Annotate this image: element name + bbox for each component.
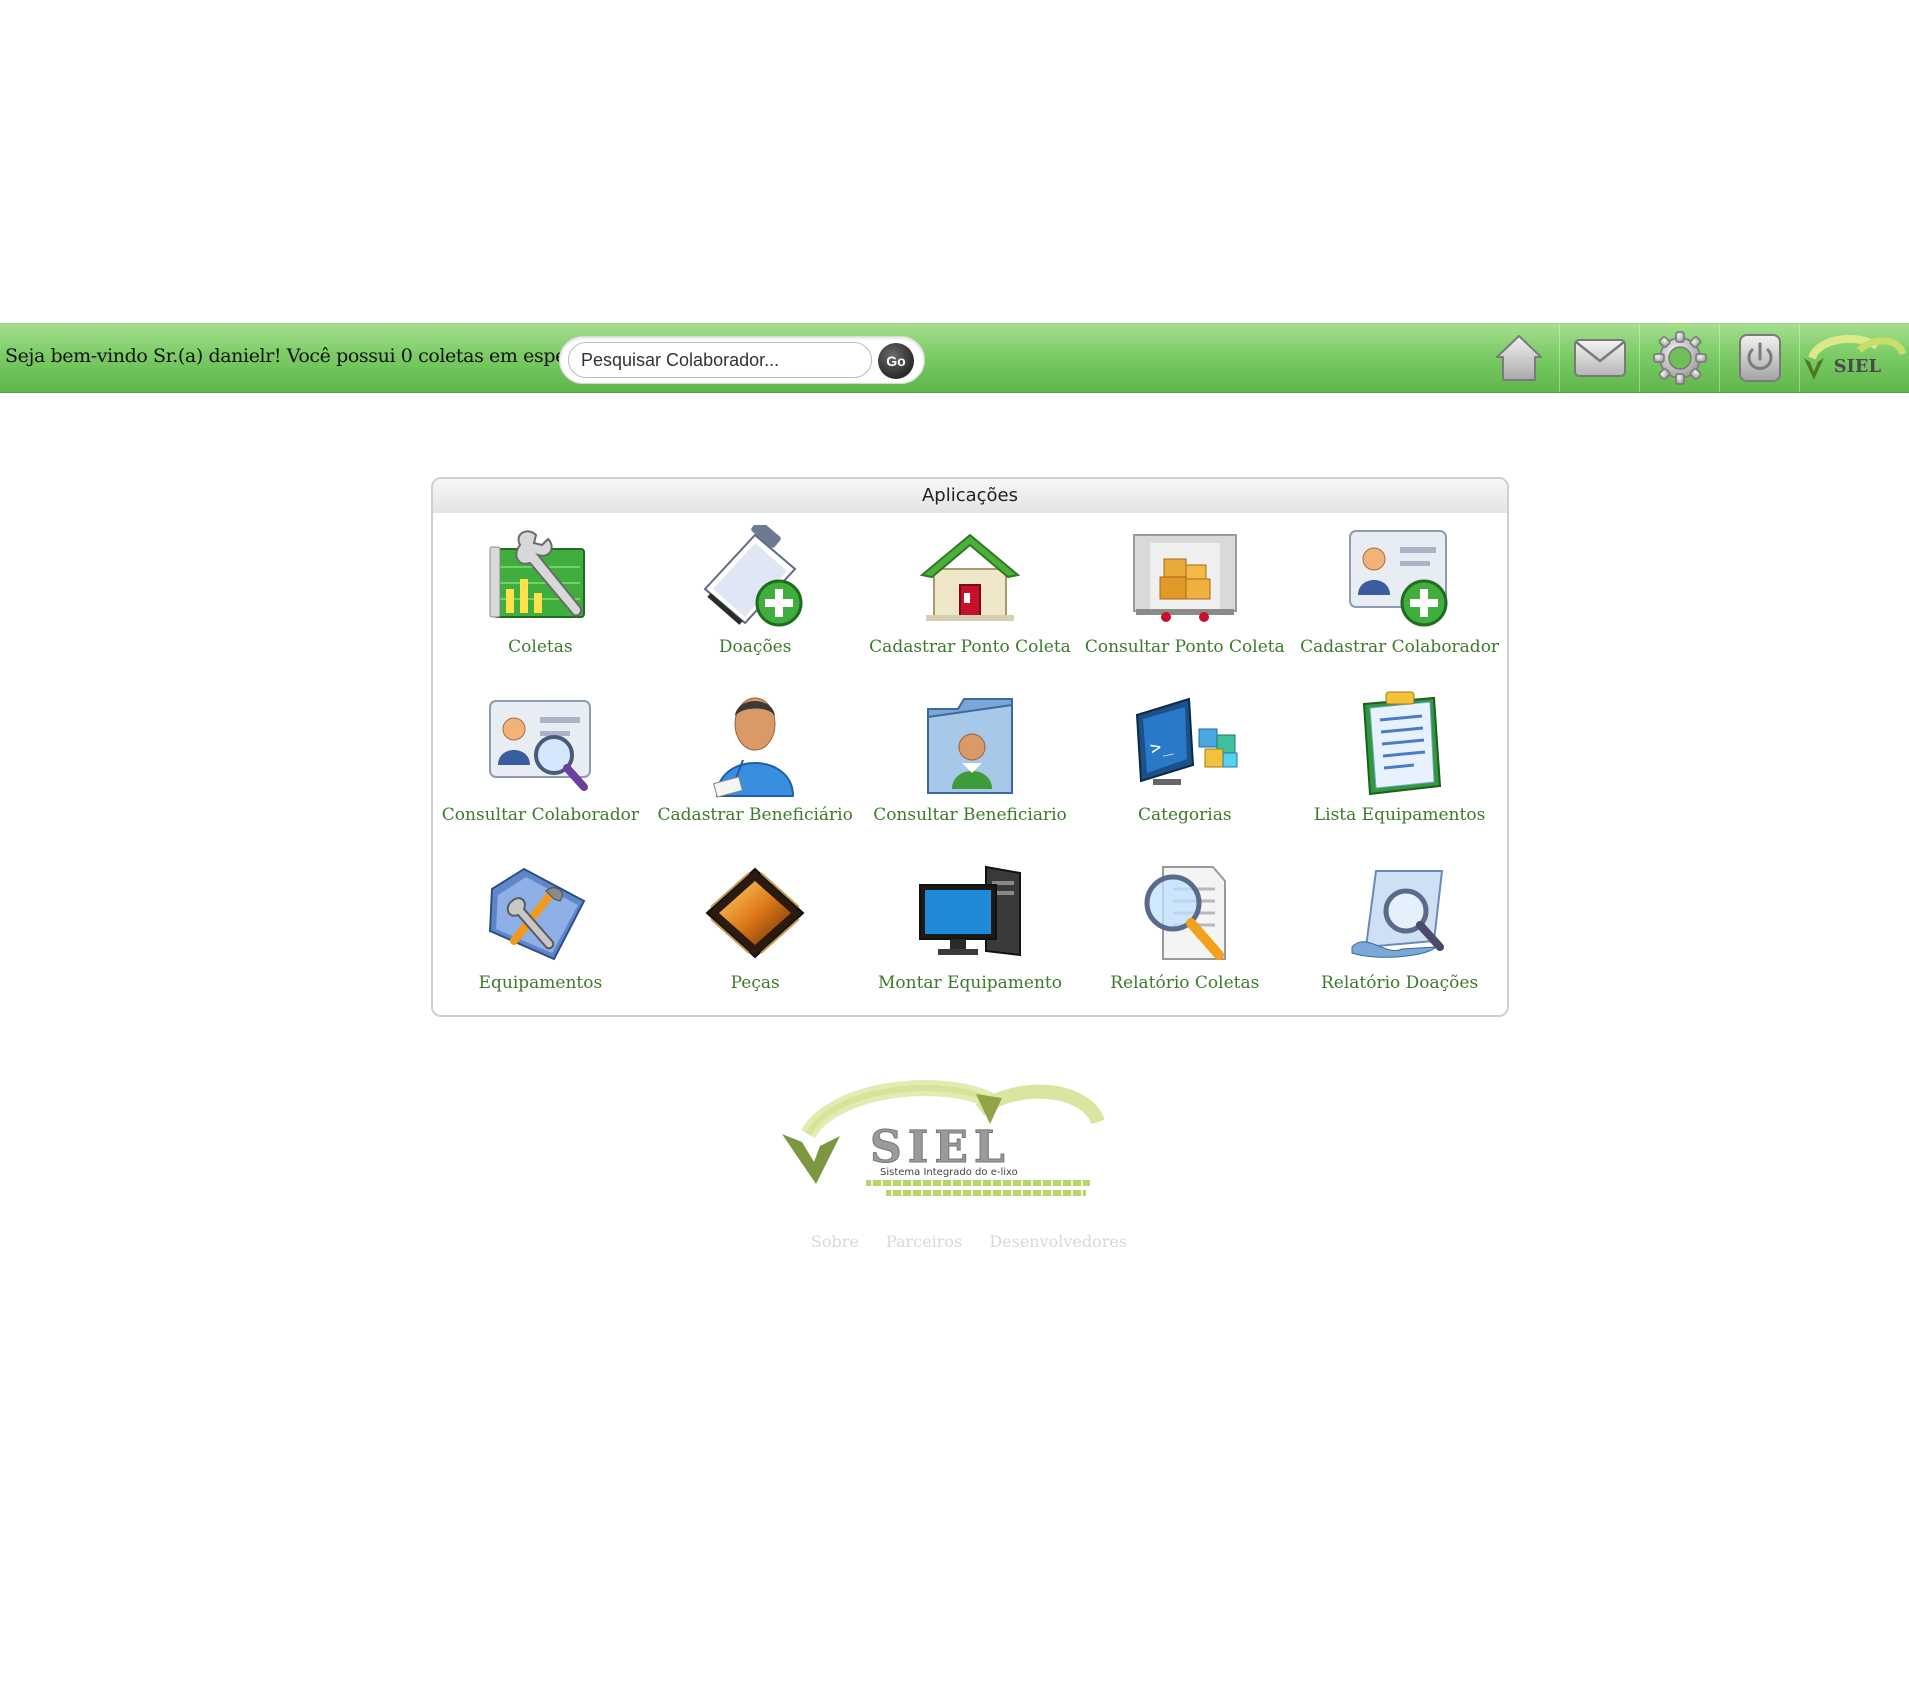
contact-card-search-icon [489, 700, 592, 791]
siel-logo-large: SIEL Sistema Integrado do e-lixo [776, 1076, 1136, 1206]
wrench-chart-icon [489, 530, 586, 618]
folder-tools-icon [489, 867, 586, 961]
app-categorias[interactable]: >_ Categorias [1077, 687, 1292, 855]
applications-panel: Aplicações Coletas Doações Cadastrar Pon… [431, 477, 1509, 1017]
go-button[interactable]: Go [878, 343, 914, 379]
siel-logo-small[interactable]: SIEL [1799, 324, 1909, 392]
app-label: Relatório Doações [1320, 973, 1479, 993]
siel-logo-text: SIEL [1834, 356, 1882, 377]
app-label: Lista Equipamentos [1313, 805, 1486, 825]
applications-grid: Coletas Doações Cadastrar Ponto Coleta C… [433, 519, 1507, 1015]
truck-boxes-icon [1132, 534, 1237, 622]
welcome-message: Seja bem-vindo Sr.(a) danielr! Você poss… [5, 345, 593, 367]
app-label: Montar Equipamento [878, 973, 1062, 993]
app-label: Cadastrar Beneficiário [657, 805, 853, 825]
app-label: Consultar Ponto Coleta [1084, 637, 1285, 657]
search-box: Go [559, 336, 925, 384]
app-lista-equipamentos[interactable]: Lista Equipamentos [1292, 687, 1507, 855]
app-label: Consultar Colaborador [441, 805, 640, 825]
app-relatorio-doacoes[interactable]: Relatório Doações [1292, 855, 1507, 1015]
power-button[interactable] [1719, 324, 1799, 392]
app-equipamentos[interactable]: Equipamentos [433, 855, 648, 1015]
app-label: Peças [730, 973, 780, 993]
siel-logo-subtitle: Sistema Integrado do e-lixo [880, 1167, 1018, 1178]
house-icon [919, 533, 1021, 621]
app-label: Coletas [508, 637, 573, 657]
app-label: Cadastrar Ponto Coleta [869, 637, 1071, 657]
app-label: Cadastrar Colaborador [1300, 637, 1500, 657]
mail-icon [1573, 339, 1626, 377]
search-input[interactable] [568, 342, 872, 378]
footer-link-desenvolvedores[interactable]: Desenvolvedores [989, 1232, 1127, 1251]
power-icon [1738, 334, 1781, 382]
home-icon [1496, 335, 1542, 381]
settings-icon [1652, 331, 1707, 385]
app-pecas[interactable]: Peças [648, 855, 863, 1015]
app-label: Categorias [1138, 805, 1232, 825]
mail-button[interactable] [1559, 324, 1639, 392]
monitor-cubes-icon: >_ [1135, 697, 1238, 785]
app-cadastrar-ponto-coleta[interactable]: Cadastrar Ponto Coleta [863, 519, 1078, 687]
top-icons: SIEL [1479, 324, 1909, 392]
contact-card-add-icon [1348, 530, 1448, 627]
app-label: Relatório Coletas [1110, 973, 1260, 993]
app-montar-equipamento[interactable]: Montar Equipamento [863, 855, 1078, 1015]
chip-icon [705, 867, 805, 959]
app-consultar-colaborador[interactable]: Consultar Colaborador [433, 687, 648, 855]
app-label: Consultar Beneficiario [873, 805, 1067, 825]
app-coletas[interactable]: Coletas [433, 519, 648, 687]
home-button[interactable] [1479, 324, 1559, 392]
settings-button[interactable] [1639, 324, 1719, 392]
app-consultar-ponto-coleta[interactable]: Consultar Ponto Coleta [1077, 519, 1292, 687]
siel-logo-graphic: SIEL Sistema Integrado do e-lixo [782, 1080, 1105, 1196]
person-folder-icon [926, 698, 1013, 794]
page-magnifier-icon [1351, 870, 1444, 958]
app-cadastrar-beneficiario[interactable]: Cadastrar Beneficiário [648, 687, 863, 855]
siel-logo-icon: SIEL [1803, 334, 1907, 380]
app-label: Doações [718, 637, 792, 657]
app-doacoes[interactable]: Doações [648, 519, 863, 687]
app-consultar-beneficiario[interactable]: Consultar Beneficiario [863, 687, 1078, 855]
person-badge-icon [713, 697, 795, 798]
app-label: Equipamentos [478, 973, 603, 993]
app-cadastrar-colaborador[interactable]: Cadastrar Colaborador [1292, 519, 1507, 687]
svg-text:>_: >_ [1148, 734, 1174, 759]
footer-link-sobre[interactable]: Sobre [811, 1232, 859, 1251]
footer-link-parceiros[interactable]: Parceiros [886, 1232, 962, 1251]
applications-title: Aplicações [433, 479, 1507, 513]
app-relatorio-coletas[interactable]: Relatório Coletas [1077, 855, 1292, 1015]
document-magnifier-icon [1144, 866, 1226, 960]
footer-links: Sobre Parceiros Desenvolvedores [0, 1232, 1909, 1251]
checklist-icon [1362, 691, 1441, 796]
desktop-computer-icon [918, 865, 1021, 957]
siel-logo-title: SIEL [870, 1122, 1011, 1173]
clipboard-add-icon [703, 525, 803, 627]
top-bar: Seja bem-vindo Sr.(a) danielr! Você poss… [0, 323, 1909, 393]
